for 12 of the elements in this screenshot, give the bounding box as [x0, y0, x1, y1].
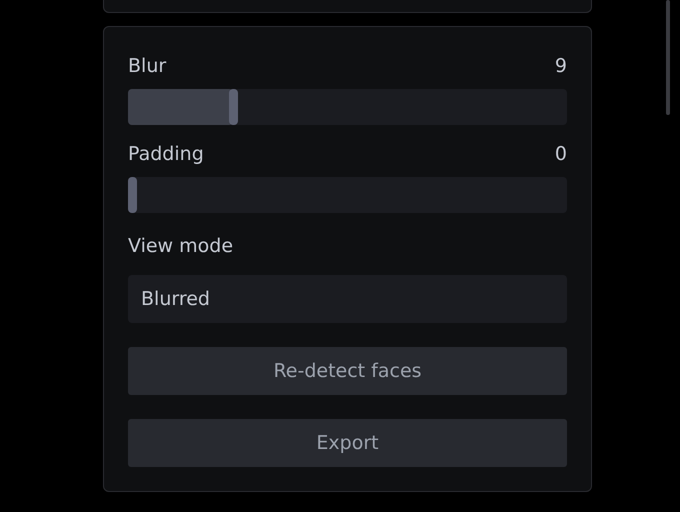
slider-track[interactable]	[128, 89, 567, 125]
slider-label: Blur	[128, 55, 166, 77]
slider-value: 0	[554, 143, 567, 165]
view-mode-select[interactable]: Blurred	[128, 275, 567, 323]
redetect-button[interactable]: Re-detect faces	[128, 347, 567, 395]
slider-label: Padding	[128, 143, 204, 165]
slider-value: 9	[554, 55, 567, 77]
scrollbar-thumb[interactable]	[666, 0, 670, 115]
export-button[interactable]: Export	[128, 419, 567, 467]
slider-track[interactable]	[128, 177, 567, 213]
field-label: View mode	[128, 235, 234, 257]
slider-thumb[interactable]	[128, 177, 137, 213]
